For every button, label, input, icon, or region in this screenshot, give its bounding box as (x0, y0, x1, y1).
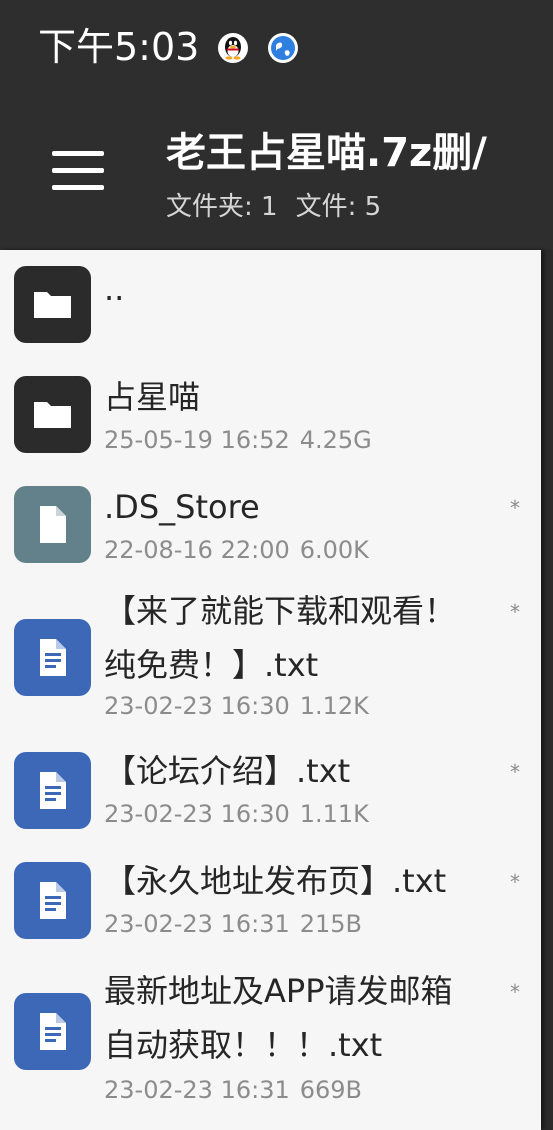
file-mark: * (510, 870, 520, 894)
status-bar: 下午5:03 (0, 0, 553, 95)
file-meta: 25-05-19 16:52 4.25G (104, 423, 372, 457)
file-icon (14, 486, 91, 563)
app-bar: 老王占星喵.7z删/ 文件夹: 1 文件: 5 (0, 95, 553, 250)
folder-icon (14, 266, 91, 343)
file-row[interactable]: 最新地址及APP请发邮箱 自动获取！！！.txt 23-02-23 16:31 6… (0, 960, 541, 1110)
file-row[interactable]: 【论坛介绍】.txt 23-02-23 16:30 1.11K * (0, 740, 541, 845)
page-title: 老王占星喵.7z删/ (166, 130, 487, 176)
text-file-icon (14, 619, 91, 696)
folder-summary: 文件夹: 1 文件: 5 (166, 189, 381, 225)
file-date: 23-02-23 16:30 (104, 800, 290, 828)
file-size: 4.25G (299, 426, 372, 454)
text-file-icon (14, 993, 91, 1070)
file-size: 669B (299, 1076, 363, 1104)
file-row[interactable]: .DS_Store 22-08-16 22:00 6.00K * (0, 470, 541, 575)
file-name-line-1: 【来了就能下载和观看！ (104, 592, 457, 630)
text-file-icon (14, 752, 91, 829)
file-name-line-2: 自动获取！！！.txt (104, 1026, 383, 1064)
file-size: 215B (299, 910, 363, 938)
file-meta: 22-08-16 22:00 6.00K (104, 533, 369, 567)
status-time: 下午5:03 (38, 25, 200, 69)
file-date: 23-02-23 16:31 (104, 910, 290, 938)
file-meta: 23-02-23 16:30 1.12K (104, 689, 369, 723)
qq-penguin-icon (218, 33, 248, 63)
file-row-folder[interactable]: 占星喵 25-05-19 16:52 4.25G (0, 360, 541, 465)
folder-icon (14, 376, 91, 453)
text-file-icon (14, 862, 91, 939)
file-name-line-1: 最新地址及APP请发邮箱 (104, 972, 453, 1010)
hamburger-menu-icon[interactable] (44, 147, 108, 197)
file-mark: * (510, 760, 520, 784)
file-row[interactable]: 【永久地址发布页】.txt 23-02-23 16:31 215B * (0, 850, 541, 955)
file-mark: * (510, 600, 520, 624)
file-date: 23-02-23 16:31 (104, 1076, 290, 1104)
file-size: 6.00K (299, 536, 369, 564)
file-mark: * (510, 980, 520, 1004)
file-name: .DS_Store (104, 488, 260, 526)
file-mark: * (510, 496, 520, 520)
file-row[interactable]: 【来了就能下载和观看！ 纯免费！】.txt 23-02-23 16:30 1.12… (0, 580, 541, 730)
file-date: 23-02-23 16:30 (104, 692, 290, 720)
file-size: 1.11K (299, 800, 369, 828)
file-date: 22-08-16 22:00 (104, 536, 290, 564)
file-meta: 23-02-23 16:31 669B (104, 1073, 362, 1107)
file-meta: 23-02-23 16:30 1.11K (104, 797, 369, 831)
file-name: .. (104, 270, 125, 308)
file-name: 占星喵 (104, 378, 201, 416)
file-meta: 23-02-23 16:31 215B (104, 907, 362, 941)
file-count: 文件: 5 (295, 192, 382, 222)
file-date: 25-05-19 16:52 (104, 426, 290, 454)
folder-count: 文件夹: 1 (166, 192, 278, 222)
file-row-parent[interactable]: .. (0, 250, 541, 355)
browser-globe-icon (268, 33, 298, 63)
file-name-line-2: 纯免费！】.txt (104, 646, 319, 684)
file-name: 【永久地址发布页】.txt (104, 862, 447, 900)
file-name: 【论坛介绍】.txt (104, 752, 351, 790)
file-size: 1.12K (299, 692, 369, 720)
file-list: .. 占星喵 25-05-19 16:52 4.25G .DS_Store 22-… (0, 250, 541, 1130)
